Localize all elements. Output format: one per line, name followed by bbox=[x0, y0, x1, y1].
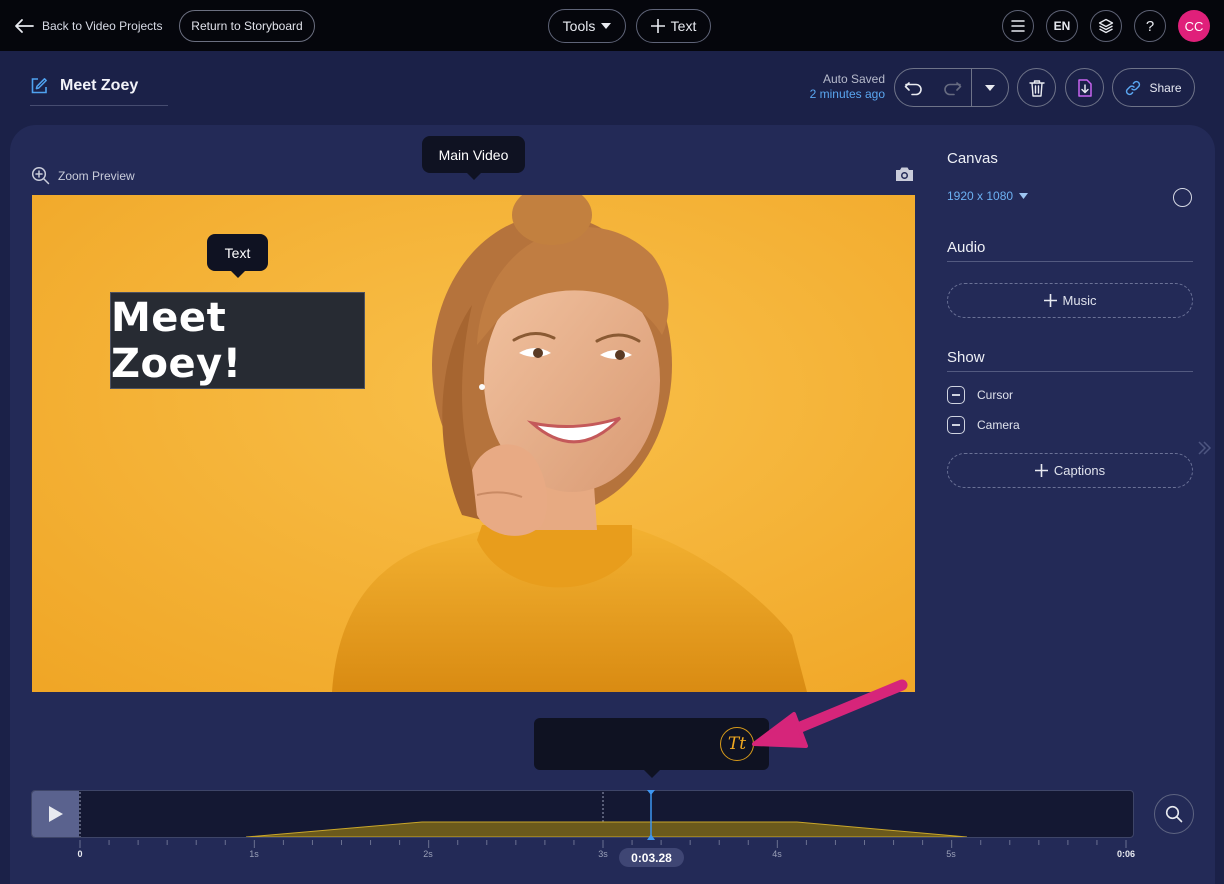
timeline-search-button[interactable] bbox=[1154, 794, 1194, 834]
share-button[interactable]: Share bbox=[1112, 68, 1195, 107]
avatar[interactable]: CC bbox=[1178, 10, 1210, 42]
history-dropdown-button[interactable] bbox=[971, 69, 1008, 106]
tick-label: 0:06 bbox=[1116, 849, 1136, 859]
plus-icon bbox=[1043, 294, 1057, 307]
autosave-label: Auto Saved bbox=[822, 72, 885, 86]
add-text-label: Text bbox=[670, 18, 697, 34]
camera-label: Camera bbox=[977, 418, 1020, 432]
canvas-size-value: 1920 x 1080 bbox=[947, 189, 1014, 203]
tick-label: 0 bbox=[77, 849, 83, 859]
minus-icon bbox=[947, 416, 965, 434]
edit-icon bbox=[31, 78, 47, 94]
arrow-left-icon bbox=[15, 19, 34, 33]
project-title-field[interactable]: Meet Zoey bbox=[30, 74, 168, 106]
caret-down-icon bbox=[1019, 193, 1029, 199]
layers-button[interactable] bbox=[1090, 10, 1122, 42]
expand-panel-button[interactable] bbox=[1196, 440, 1212, 461]
audio-divider bbox=[947, 261, 1193, 262]
search-icon bbox=[1165, 805, 1183, 823]
plus-icon bbox=[1034, 464, 1048, 477]
timeline-graph bbox=[79, 792, 968, 837]
main-video-tooltip: Main Video bbox=[422, 136, 525, 180]
playhead bbox=[647, 790, 655, 840]
text-overlay-element[interactable]: Meet Zoey! bbox=[110, 292, 365, 389]
redo-button[interactable] bbox=[933, 69, 971, 106]
language-button[interactable]: EN bbox=[1046, 10, 1078, 42]
captions-label: Captions bbox=[1053, 463, 1106, 478]
add-music-button[interactable]: Music bbox=[947, 283, 1193, 318]
back-to-projects-link[interactable]: Back to Video Projects bbox=[14, 14, 163, 38]
double-chevron-right-icon bbox=[1198, 441, 1212, 455]
tick-label: 2s bbox=[423, 849, 433, 859]
music-label: Music bbox=[1062, 293, 1097, 308]
plus-icon bbox=[650, 19, 665, 33]
tick-label: 5s bbox=[946, 849, 956, 859]
camera-toggle[interactable]: Camera bbox=[947, 416, 1020, 434]
help-button[interactable]: ? bbox=[1134, 10, 1166, 42]
video-preview[interactable] bbox=[32, 195, 915, 692]
zoom-in-icon bbox=[31, 166, 50, 185]
zoom-preview-button[interactable]: Zoom Preview bbox=[31, 166, 135, 185]
link-icon bbox=[1126, 80, 1141, 95]
share-label: Share bbox=[1149, 80, 1182, 95]
tick-label: 4s bbox=[772, 849, 782, 859]
canvas-heading: Canvas bbox=[947, 150, 998, 167]
download-file-icon bbox=[1077, 78, 1092, 97]
undo-button[interactable] bbox=[895, 69, 933, 106]
show-heading: Show bbox=[947, 349, 985, 366]
canvas-radio[interactable] bbox=[1173, 188, 1192, 207]
text-style-button[interactable]: Tt bbox=[720, 727, 754, 761]
download-button[interactable] bbox=[1065, 68, 1104, 107]
annotation-arrow-icon bbox=[752, 679, 908, 748]
menu-button[interactable] bbox=[1002, 10, 1034, 42]
video-frame-image bbox=[32, 195, 915, 692]
tools-dropdown-button[interactable]: Tools bbox=[548, 9, 626, 43]
text-tooltip: Text bbox=[207, 234, 268, 278]
audio-heading: Audio bbox=[947, 239, 986, 256]
caret-down-icon bbox=[601, 23, 612, 29]
camera-icon bbox=[896, 167, 913, 181]
cursor-label: Cursor bbox=[977, 388, 1014, 402]
hamburger-icon bbox=[1011, 20, 1025, 32]
undo-icon bbox=[904, 81, 922, 95]
show-divider bbox=[947, 371, 1193, 372]
current-time-badge: 0:03.28 bbox=[619, 848, 684, 867]
timeline-track[interactable] bbox=[31, 790, 1134, 838]
return-to-storyboard-button[interactable]: Return to Storyboard bbox=[179, 10, 315, 42]
redo-icon bbox=[944, 81, 962, 95]
tick-label: 3s bbox=[598, 849, 608, 859]
caret-down-icon bbox=[985, 84, 995, 91]
add-captions-button[interactable]: Captions bbox=[947, 453, 1193, 488]
project-title: Meet Zoey bbox=[60, 77, 139, 94]
trash-icon bbox=[1028, 79, 1045, 97]
snapshot-button[interactable] bbox=[894, 166, 915, 188]
autosave-status: Auto Saved 2 minutes ago bbox=[810, 72, 885, 102]
add-text-button[interactable]: Text bbox=[636, 9, 711, 43]
delete-button[interactable] bbox=[1017, 68, 1056, 107]
overlay-text: Meet Zoey! bbox=[111, 294, 242, 387]
zoom-preview-label: Zoom Preview bbox=[58, 168, 135, 183]
canvas-size-dropdown[interactable]: 1920 x 1080 bbox=[947, 189, 1029, 203]
cursor-toggle[interactable]: Cursor bbox=[947, 386, 1013, 404]
tick-label: 1s bbox=[249, 849, 259, 859]
timeline-ruler bbox=[79, 840, 1127, 848]
back-link-label: Back to Video Projects bbox=[42, 19, 163, 33]
autosave-time: 2 minutes ago bbox=[809, 87, 885, 101]
tools-label: Tools bbox=[562, 18, 596, 34]
layers-icon bbox=[1098, 18, 1114, 34]
undo-redo-group bbox=[894, 68, 1009, 107]
minus-icon bbox=[947, 386, 965, 404]
